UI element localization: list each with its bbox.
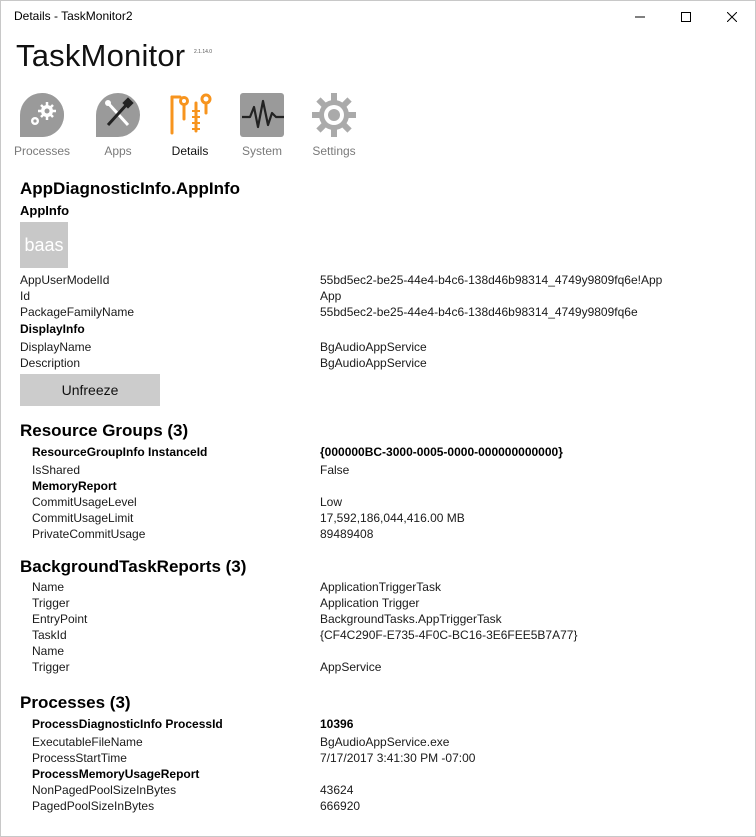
window-title: Details - TaskMonitor2 bbox=[14, 9, 133, 23]
resource-group-instance-value: {000000BC-3000-0005-0000-000000000000} bbox=[320, 445, 563, 459]
maximize-button[interactable] bbox=[663, 1, 709, 32]
field-value: 55bd5ec2-be25-44e4-b4c6-138d46b98314_474… bbox=[320, 273, 663, 287]
field-key: Description bbox=[20, 356, 81, 370]
app-window: Details - TaskMonitor2 TaskMonitor 2.1.1… bbox=[0, 0, 756, 837]
field-value: AppService bbox=[320, 660, 382, 674]
nav-processes-label: Processes bbox=[13, 144, 71, 158]
field-key: Name bbox=[32, 580, 65, 594]
displayinfo-header: DisplayInfo bbox=[20, 322, 85, 336]
field-key: CommitUsageLevel bbox=[32, 495, 137, 509]
app-version: 2.1.14.0 bbox=[194, 49, 213, 55]
memory-report-header: MemoryReport bbox=[32, 479, 117, 493]
nav-details-label: Details bbox=[171, 144, 209, 158]
field-value: BgAudioAppService bbox=[320, 356, 427, 370]
system-icon bbox=[240, 93, 284, 137]
field-value: {CF4C290F-E735-4F0C-BC16-3E6FEE5B7A77} bbox=[320, 628, 578, 642]
field-key: DisplayName bbox=[20, 340, 92, 354]
resource-groups-title: Resource Groups (3) bbox=[20, 421, 189, 440]
field-key: Trigger bbox=[32, 660, 70, 674]
field-key: EntryPoint bbox=[32, 612, 88, 626]
field-value: 666920 bbox=[320, 799, 361, 813]
field-key: Trigger bbox=[32, 596, 70, 610]
field-key: IsShared bbox=[32, 463, 81, 477]
field-key: Name bbox=[32, 644, 65, 658]
title-bar: Details - TaskMonitor2 bbox=[1, 1, 755, 32]
nav-apps-label: Apps bbox=[104, 144, 132, 158]
field-key: AppUserModelId bbox=[20, 273, 110, 287]
appdiag-title: AppDiagnosticInfo.AppInfo bbox=[20, 179, 241, 198]
close-icon bbox=[727, 11, 737, 22]
field-key: ExecutableFileName bbox=[32, 735, 143, 749]
processes-title: Processes (3) bbox=[20, 693, 131, 712]
nav-settings-label: Settings bbox=[312, 144, 356, 158]
field-key: TaskId bbox=[32, 628, 67, 642]
nav-apps[interactable]: Apps bbox=[86, 91, 150, 161]
field-value: Application Trigger bbox=[320, 596, 420, 610]
apps-icon bbox=[96, 93, 140, 137]
appinfo-subtitle: AppInfo bbox=[20, 203, 70, 218]
field-value: BgAudioAppService.exe bbox=[320, 735, 450, 749]
process-id-value: 10396 bbox=[320, 717, 354, 731]
nav-processes[interactable]: Processes bbox=[10, 91, 74, 161]
background-tasks-title: BackgroundTaskReports (3) bbox=[20, 557, 247, 576]
close-button[interactable] bbox=[709, 1, 755, 32]
nav-details[interactable]: Details bbox=[158, 91, 222, 161]
field-key: PrivateCommitUsage bbox=[32, 527, 146, 541]
settings-gear-icon bbox=[312, 93, 356, 137]
field-key: CommitUsageLimit bbox=[32, 511, 134, 525]
field-value: 17,592,186,044,416.00 MB bbox=[320, 511, 465, 525]
field-key: PackageFamilyName bbox=[20, 305, 135, 319]
unfreeze-button[interactable]: Unfreeze bbox=[20, 374, 160, 406]
field-key: PagedPoolSizeInBytes bbox=[32, 799, 155, 813]
process-memory-header: ProcessMemoryUsageReport bbox=[32, 767, 200, 781]
maximize-icon bbox=[681, 11, 691, 22]
resource-group-instance-key: ResourceGroupInfo InstanceId bbox=[32, 445, 208, 459]
field-value: 43624 bbox=[320, 783, 354, 797]
field-value: 89489408 bbox=[320, 527, 374, 541]
app-name: TaskMonitor bbox=[16, 38, 186, 73]
field-value: False bbox=[320, 463, 350, 477]
field-value: 55bd5ec2-be25-44e4-b4c6-138d46b98314_474… bbox=[320, 305, 638, 319]
app-logo: baas bbox=[20, 222, 68, 268]
field-key: NonPagedPoolSizeInBytes bbox=[32, 783, 177, 797]
nav-system[interactable]: System bbox=[230, 91, 294, 161]
nav-system-label: System bbox=[241, 144, 282, 158]
minimize-button[interactable] bbox=[617, 1, 663, 32]
field-value: Low bbox=[320, 495, 343, 509]
field-key: Id bbox=[20, 289, 31, 303]
field-value: BgAudioAppService bbox=[320, 340, 427, 354]
field-value: BackgroundTasks.AppTriggerTask bbox=[320, 612, 502, 626]
details-icon bbox=[170, 93, 212, 135]
minimize-icon bbox=[635, 16, 645, 17]
field-value: ApplicationTriggerTask bbox=[320, 580, 441, 594]
process-id-key: ProcessDiagnosticInfo ProcessId bbox=[32, 717, 223, 731]
field-value: App bbox=[320, 289, 342, 303]
field-value: 7/17/2017 3:41:30 PM -07:00 bbox=[320, 751, 476, 765]
processes-icon bbox=[20, 93, 64, 137]
field-key: ProcessStartTime bbox=[32, 751, 127, 765]
nav-settings[interactable]: Settings bbox=[302, 91, 366, 161]
